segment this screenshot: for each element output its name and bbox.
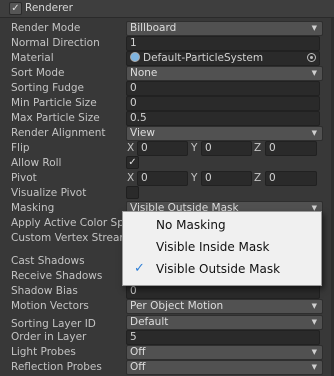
reflection-probes-label: Reflection Probes: [11, 361, 102, 373]
custom-vertex-streams-label: Custom Vertex Stream: [11, 232, 130, 244]
renderer-header[interactable]: ✓ Renderer: [0, 0, 334, 18]
order-in-layer-field[interactable]: 5: [126, 330, 320, 345]
pivot-z-field[interactable]: 0: [265, 171, 317, 186]
cast-shadows-label: Cast Shadows: [11, 255, 85, 267]
chevron-down-icon: ▼: [311, 69, 317, 77]
chevron-down-icon: ▼: [311, 302, 317, 310]
apply-active-color-space-label: Apply Active Color Spa: [11, 217, 131, 229]
menu-item-label: No Masking: [156, 218, 226, 232]
sorting-fudge-field[interactable]: 0: [126, 81, 320, 96]
render-mode-value: Billboard: [130, 22, 177, 34]
pivot-x-label[interactable]: X: [127, 172, 134, 184]
renderer-title: Renderer: [25, 2, 73, 14]
normal-direction-label: Normal Direction: [11, 37, 100, 49]
receive-shadows-label: Receive Shadows: [11, 270, 103, 282]
min-particle-size-field[interactable]: 0: [126, 96, 320, 111]
allow-roll-label: Allow Roll: [11, 157, 62, 169]
sorting-fudge-label: Sorting Fudge: [11, 82, 85, 94]
shadow-bias-field[interactable]: 0: [126, 284, 320, 299]
motion-vectors-dropdown[interactable]: Per Object Motion ▼: [126, 299, 323, 314]
sorting-layer-value: Default: [130, 316, 169, 328]
pivot-y-field[interactable]: 0: [201, 171, 252, 186]
menu-item-label: Visible Outside Mask: [156, 262, 281, 276]
flip-z-label[interactable]: Z: [254, 142, 261, 154]
checkmark-icon: ✓: [134, 261, 145, 276]
flip-y-field[interactable]: 0: [201, 141, 252, 156]
allow-roll-checkbox[interactable]: ✓: [126, 156, 139, 169]
max-particle-size-field[interactable]: 0.5: [126, 111, 320, 126]
menu-item-visible-inside-mask[interactable]: Visible Inside Mask: [123, 237, 321, 259]
sort-mode-label: Sort Mode: [11, 67, 65, 79]
pivot-label: Pivot: [11, 172, 37, 184]
visualize-pivot-checkbox[interactable]: [126, 186, 139, 199]
object-picker-icon[interactable]: [307, 53, 316, 62]
flip-z-field[interactable]: 0: [265, 141, 317, 156]
render-mode-dropdown[interactable]: Billboard ▼: [126, 21, 323, 36]
reflection-probes-value: Off: [130, 361, 146, 373]
visualize-pivot-label: Visualize Pivot: [11, 187, 87, 199]
chevron-down-icon: ▼: [311, 363, 317, 371]
reflection-probes-dropdown[interactable]: Off ▼: [126, 360, 323, 375]
chevron-down-icon: ▼: [311, 24, 317, 32]
pivot-y-label[interactable]: Y: [191, 172, 197, 184]
flip-x-field[interactable]: 0: [137, 141, 188, 156]
render-alignment-label: Render Alignment: [11, 127, 106, 139]
renderer-enabled-checkbox[interactable]: ✓: [9, 2, 22, 15]
masking-dropdown-menu: No Masking Visible Inside Mask ✓ Visible…: [122, 211, 322, 286]
render-alignment-dropdown[interactable]: View ▼: [126, 126, 323, 141]
light-probes-label: Light Probes: [11, 346, 76, 358]
max-particle-size-label: Max Particle Size: [11, 112, 100, 124]
flip-y-label[interactable]: Y: [191, 142, 197, 154]
light-probes-dropdown[interactable]: Off ▼: [126, 345, 323, 360]
chevron-down-icon: ▼: [311, 348, 317, 356]
motion-vectors-label: Motion Vectors: [11, 300, 89, 312]
sort-mode-value: None: [130, 67, 158, 79]
chevron-down-icon: ▼: [311, 129, 317, 137]
material-field[interactable]: Default-ParticleSystem: [126, 51, 320, 66]
pivot-z-label[interactable]: Z: [254, 172, 261, 184]
material-label: Material: [11, 52, 54, 64]
particle-material-icon: [130, 52, 140, 62]
material-value: Default-ParticleSystem: [143, 52, 264, 64]
sorting-layer-dropdown[interactable]: Default ▼: [126, 315, 323, 330]
chevron-down-icon: ▼: [311, 318, 317, 326]
masking-label: Masking: [11, 202, 55, 214]
order-in-layer-label: Order in Layer: [11, 331, 87, 343]
flip-label: Flip: [11, 142, 30, 154]
shadow-bias-label: Shadow Bias: [11, 285, 78, 297]
sorting-layer-id-label: Sorting Layer ID: [11, 318, 96, 330]
motion-vectors-value: Per Object Motion: [130, 300, 224, 312]
light-probes-value: Off: [130, 346, 146, 358]
normal-direction-field[interactable]: 1: [126, 36, 320, 51]
menu-item-no-masking[interactable]: No Masking: [123, 215, 321, 237]
pivot-x-field[interactable]: 0: [137, 171, 188, 186]
menu-item-visible-outside-mask[interactable]: ✓ Visible Outside Mask: [123, 259, 321, 281]
min-particle-size-label: Min Particle Size: [11, 97, 97, 109]
render-alignment-value: View: [130, 127, 155, 139]
sort-mode-dropdown[interactable]: None ▼: [126, 66, 323, 81]
render-mode-label: Render Mode: [11, 22, 81, 34]
flip-x-label[interactable]: X: [127, 142, 134, 154]
menu-item-label: Visible Inside Mask: [156, 240, 270, 254]
